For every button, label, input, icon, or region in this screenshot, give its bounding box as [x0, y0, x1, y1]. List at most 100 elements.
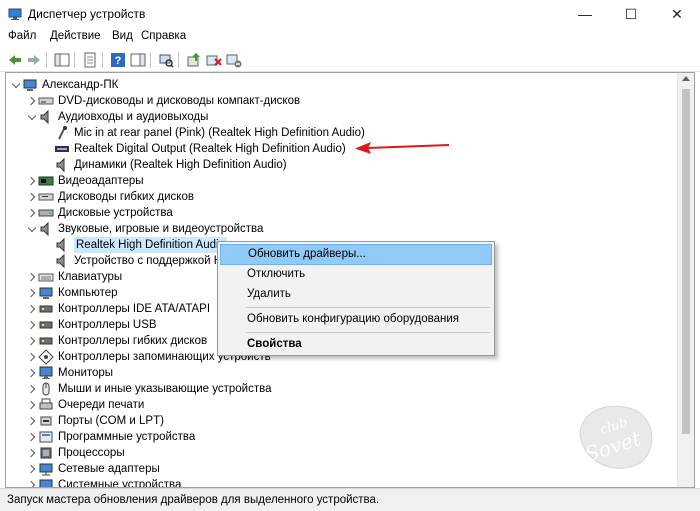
- expand-icon[interactable]: [26, 477, 38, 487]
- speaker-icon: [40, 109, 49, 125]
- expand-icon[interactable]: [26, 429, 38, 445]
- expand-icon[interactable]: [26, 333, 38, 349]
- expand-icon[interactable]: [26, 189, 38, 205]
- tree-item-hd-audio-device[interactable]: Устройство с поддержкой H: [54, 253, 222, 269]
- status-text: Запуск мастера обновления драйверов для …: [7, 494, 380, 506]
- expand-icon[interactable]: [26, 173, 38, 189]
- window-title: Диспетчер устройств: [28, 7, 146, 21]
- speaker-icon: [56, 253, 65, 269]
- tree-item-mice[interactable]: Мыши и иные указывающие устройства: [26, 381, 272, 397]
- expand-icon[interactable]: [26, 445, 38, 461]
- software-device-icon: [39, 431, 53, 443]
- delete-menu-item[interactable]: Удалить: [220, 284, 492, 305]
- properties-sheet-icon[interactable]: [82, 52, 98, 68]
- svg-text:?: ?: [115, 55, 122, 67]
- scrollbar-thumb[interactable]: [682, 89, 690, 434]
- update-drivers-menu-item[interactable]: Обновить драйверы...: [220, 244, 492, 265]
- sound-device-icon: [40, 221, 49, 237]
- expand-icon[interactable]: [26, 301, 38, 317]
- tree-item-monitors[interactable]: Мониторы: [26, 365, 113, 381]
- tree-item-mic[interactable]: Mic in at rear panel (Pink) (Realtek Hig…: [54, 125, 365, 141]
- collapse-icon[interactable]: [26, 109, 38, 125]
- expand-icon[interactable]: [26, 397, 38, 413]
- tree-item-audio-io[interactable]: Аудиовходы и аудиовыходы: [26, 109, 208, 125]
- processor-icon: [40, 447, 52, 459]
- digital-output-icon: [55, 146, 69, 152]
- collapse-icon[interactable]: [26, 221, 38, 237]
- title-bar: Диспетчер устройств — ☐ ✕: [0, 0, 700, 28]
- usb-controller-icon: [39, 321, 53, 329]
- tree-item-ports[interactable]: Порты (COM и LPT): [26, 413, 164, 429]
- tree-item-computer[interactable]: Компьютер: [26, 285, 118, 301]
- tree-item-ide[interactable]: Контроллеры IDE ATA/ATAPI: [26, 301, 210, 317]
- expand-icon[interactable]: [26, 269, 38, 285]
- status-bar: Запуск мастера обновления драйверов для …: [0, 488, 700, 511]
- disable-menu-item[interactable]: Отключить: [220, 264, 492, 285]
- expand-icon[interactable]: [26, 365, 38, 381]
- close-button[interactable]: ✕: [654, 0, 700, 28]
- uninstall-device-icon[interactable]: [206, 52, 222, 68]
- help-icon[interactable]: ?: [110, 52, 126, 68]
- maximize-button[interactable]: ☐: [608, 0, 654, 28]
- collapse-icon[interactable]: [10, 77, 22, 93]
- tree-item-video[interactable]: Видеоадаптеры: [26, 173, 144, 189]
- tree-root[interactable]: Александр-ПК: [10, 77, 118, 93]
- tree-item-keyboards[interactable]: Клавиатуры: [26, 269, 122, 285]
- floppy-controller-icon: [39, 337, 53, 345]
- action-pane-icon[interactable]: [130, 52, 146, 68]
- tree-item-floppy-controllers[interactable]: Контроллеры гибких дисков: [26, 333, 207, 349]
- menu-separator: [246, 307, 490, 308]
- tree-root-label: Александр-ПК: [42, 79, 119, 91]
- vertical-scrollbar[interactable]: [677, 73, 694, 487]
- menu-separator: [246, 332, 490, 333]
- tree-item-disk-drives[interactable]: Дисковые устройства: [26, 205, 173, 221]
- menu-help[interactable]: Справка: [141, 30, 186, 42]
- expand-icon[interactable]: [26, 413, 38, 429]
- monitor-icon: [39, 366, 53, 379]
- print-queue-icon: [39, 398, 53, 410]
- tree-item-network-adapters[interactable]: Сетевые адаптеры: [26, 461, 160, 477]
- tree-item-usb[interactable]: Контроллеры USB: [26, 317, 157, 333]
- expand-icon[interactable]: [26, 205, 38, 221]
- tree-item-software-devices[interactable]: Программные устройства: [26, 429, 195, 445]
- storage-controller-icon: [38, 349, 54, 365]
- floppy-drive-icon: [38, 193, 54, 201]
- club-sovet-watermark: club Sovet: [579, 405, 653, 469]
- tree-item-print-queues[interactable]: Очереди печати: [26, 397, 144, 413]
- dvd-drive-icon: [38, 97, 54, 105]
- tree-item-system-devices[interactable]: Системные устройства: [26, 477, 181, 487]
- properties-menu-item[interactable]: Свойства: [220, 334, 492, 355]
- show-hide-tree-icon[interactable]: [54, 52, 70, 68]
- tree-item-sound-video[interactable]: Звуковые, игровые и видеоустройства: [26, 221, 263, 237]
- keyboard-icon: [38, 273, 54, 282]
- back-arrow-icon[interactable]: [7, 52, 23, 68]
- tree-item-digital-output[interactable]: Realtek Digital Output (Realtek High Def…: [54, 141, 346, 157]
- menu-action[interactable]: Действие: [50, 30, 101, 42]
- expand-icon[interactable]: [26, 317, 38, 333]
- scroll-up-icon[interactable]: [682, 76, 690, 81]
- tree-item-dvd[interactable]: DVD-дисководы и дисководы компакт-дисков: [26, 93, 300, 109]
- scan-hardware-icon[interactable]: [158, 52, 174, 68]
- microphone-icon: [58, 126, 67, 140]
- expand-icon[interactable]: [26, 349, 38, 365]
- forward-arrow-icon[interactable]: [26, 52, 42, 68]
- toolbar: ?: [0, 48, 700, 72]
- minimize-button[interactable]: —: [562, 0, 608, 28]
- disable-device-icon[interactable]: [226, 52, 242, 68]
- tree-item-floppy-drives[interactable]: Дисководы гибких дисков: [26, 189, 194, 205]
- scan-hardware-menu-item[interactable]: Обновить конфигурацию оборудования: [220, 309, 492, 330]
- tree-item-realtek-hd-audio[interactable]: Realtek High Definition Audio: [54, 237, 227, 253]
- expand-icon[interactable]: [26, 285, 38, 301]
- tree-item-processors[interactable]: Процессоры: [26, 445, 125, 461]
- expand-icon[interactable]: [26, 381, 38, 397]
- network-adapter-icon: [39, 463, 53, 476]
- menu-bar: Файл Действие Вид Справка: [0, 28, 700, 48]
- menu-file[interactable]: Файл: [8, 30, 36, 42]
- display-adapter-icon: [38, 176, 54, 186]
- red-arrow-icon: [355, 142, 450, 154]
- expand-icon[interactable]: [26, 461, 38, 477]
- menu-view[interactable]: Вид: [112, 30, 133, 42]
- expand-icon[interactable]: [26, 93, 38, 109]
- tree-item-speakers[interactable]: Динамики (Realtek High Definition Audio): [54, 157, 287, 173]
- update-driver-icon[interactable]: [186, 52, 202, 68]
